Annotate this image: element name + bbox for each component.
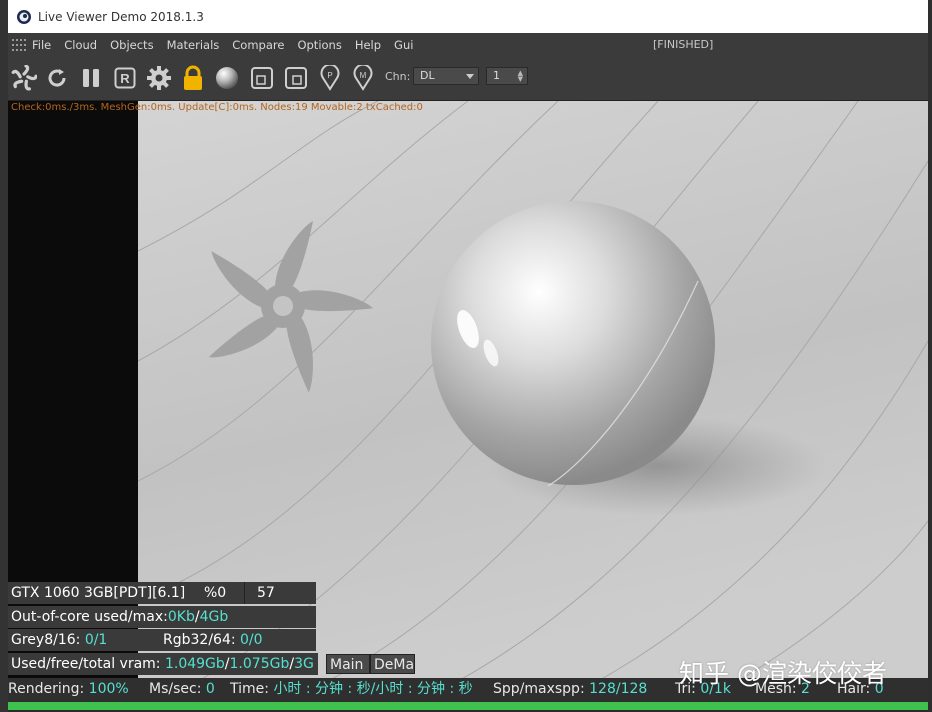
pick-material-icon[interactable]: M [349, 64, 377, 92]
clay-mode-2-icon[interactable] [282, 64, 310, 92]
spinner-arrows-icon[interactable]: ▲ ▼ [518, 70, 523, 83]
render-viewport[interactable]: Check:0ms./3ms. MeshGen:0ms. Update[C]:0… [8, 101, 928, 681]
channel-select[interactable]: DL [413, 67, 479, 85]
svg-text:R: R [120, 71, 130, 86]
vram-panel: Used/free/total vram: 1.049Gb/1.075Gb/3G [8, 653, 318, 675]
out-of-core-panel: Out-of-core used/max:0Kb/4Gb [8, 606, 316, 628]
grey-value: 0/1 [84, 632, 108, 648]
settings-gear-icon[interactable] [145, 64, 173, 92]
render-status: [FINISHED] [653, 38, 714, 51]
rendering-progress-value: 100% [88, 681, 129, 697]
window-title: Live Viewer Demo 2018.1.3 [38, 9, 204, 24]
render-progress-fill [8, 702, 928, 710]
watermark: 知乎 @渲染佼佼者 [679, 659, 887, 688]
render-progress-bar [8, 702, 928, 710]
spp-value: 128/128 [589, 681, 648, 697]
pause-icon[interactable] [77, 64, 105, 92]
rendering-status: Rendering: 100% [8, 681, 129, 697]
debug-stats: Check:0ms./3ms. MeshGen:0ms. Update[C]:0… [11, 102, 423, 113]
window-left-edge [0, 0, 8, 712]
vram-total: 3G [294, 656, 314, 672]
rgb-value: 0/0 [240, 632, 263, 648]
octane-logo-icon[interactable] [10, 64, 38, 92]
menu-gui[interactable]: Gui [394, 38, 413, 52]
pick-focus-icon[interactable]: P [316, 64, 344, 92]
grip-icon[interactable] [12, 38, 26, 51]
menu-cloud[interactable]: Cloud [64, 38, 97, 52]
toolbar: R P M Chn: DL 1 ▲ ▼ [8, 56, 928, 101]
window-right-edge [928, 0, 932, 712]
texture-count-panel: Grey8/16: 0/1 Rgb32/64: 0/0 [8, 629, 316, 651]
ooc-used: 0Kb [167, 609, 195, 625]
gpu-info-panel: GTX 1060 3GB[PDT][6.1] %0 57 [8, 582, 316, 604]
ms-per-sec: Ms/sec: 0 [149, 681, 215, 697]
material-sphere-icon[interactable] [213, 64, 241, 92]
menu-bar: File Cloud Objects Materials Compare Opt… [8, 33, 928, 56]
tab-demain[interactable]: DeMain [370, 654, 415, 674]
tab-main[interactable]: Main [326, 654, 370, 674]
menu-compare[interactable]: Compare [232, 38, 284, 52]
menu-help[interactable]: Help [355, 38, 381, 52]
render-time: Time: 小时 : 分钟 : 秒/小时 : 分钟 : 秒 [230, 681, 473, 697]
gpu-name: GTX 1060 3GB[PDT][6.1] [11, 585, 186, 601]
ooc-label: Out-of-core used/max: [11, 609, 168, 625]
ms-per-sec-value: 0 [205, 681, 215, 697]
vram-used: 1.049Gb [164, 656, 225, 672]
menu-objects[interactable]: Objects [110, 38, 153, 52]
region-render-icon[interactable]: R [111, 64, 139, 92]
title-bar: Live Viewer Demo 2018.1.3 [8, 0, 928, 34]
menu-options[interactable]: Options [297, 38, 341, 52]
clay-mode-icon[interactable] [248, 64, 276, 92]
menu-materials[interactable]: Materials [167, 38, 220, 52]
chevron-down-icon [466, 74, 474, 79]
channel-spinner[interactable]: 1 ▲ ▼ [486, 67, 528, 85]
gpu-temperature: 57 [257, 585, 275, 601]
cinema4d-app-icon [17, 9, 31, 24]
lock-icon[interactable] [179, 64, 207, 92]
gpu-usage-percent: %0 [204, 585, 227, 601]
svg-text:P: P [327, 71, 332, 80]
channel-select-value: DL [420, 69, 435, 82]
svg-text:M: M [360, 71, 367, 80]
restart-icon[interactable] [43, 64, 71, 92]
menu-file[interactable]: File [32, 38, 51, 52]
grey-label: Grey8/16: [11, 632, 85, 648]
channel-label: Chn: [385, 70, 411, 83]
ooc-max: 4Gb [199, 609, 229, 625]
vram-label: Used/free/total vram: [11, 656, 165, 672]
samples-per-pixel: Spp/maxspp: 128/128 [493, 681, 648, 697]
rgb-label: Rgb32/64: [163, 632, 241, 648]
vram-free: 1.075Gb [229, 656, 290, 672]
channel-spinner-value: 1 [493, 69, 500, 82]
render-time-value: 小时 : 分钟 : 秒/小时 : 分钟 : 秒 [273, 681, 473, 697]
